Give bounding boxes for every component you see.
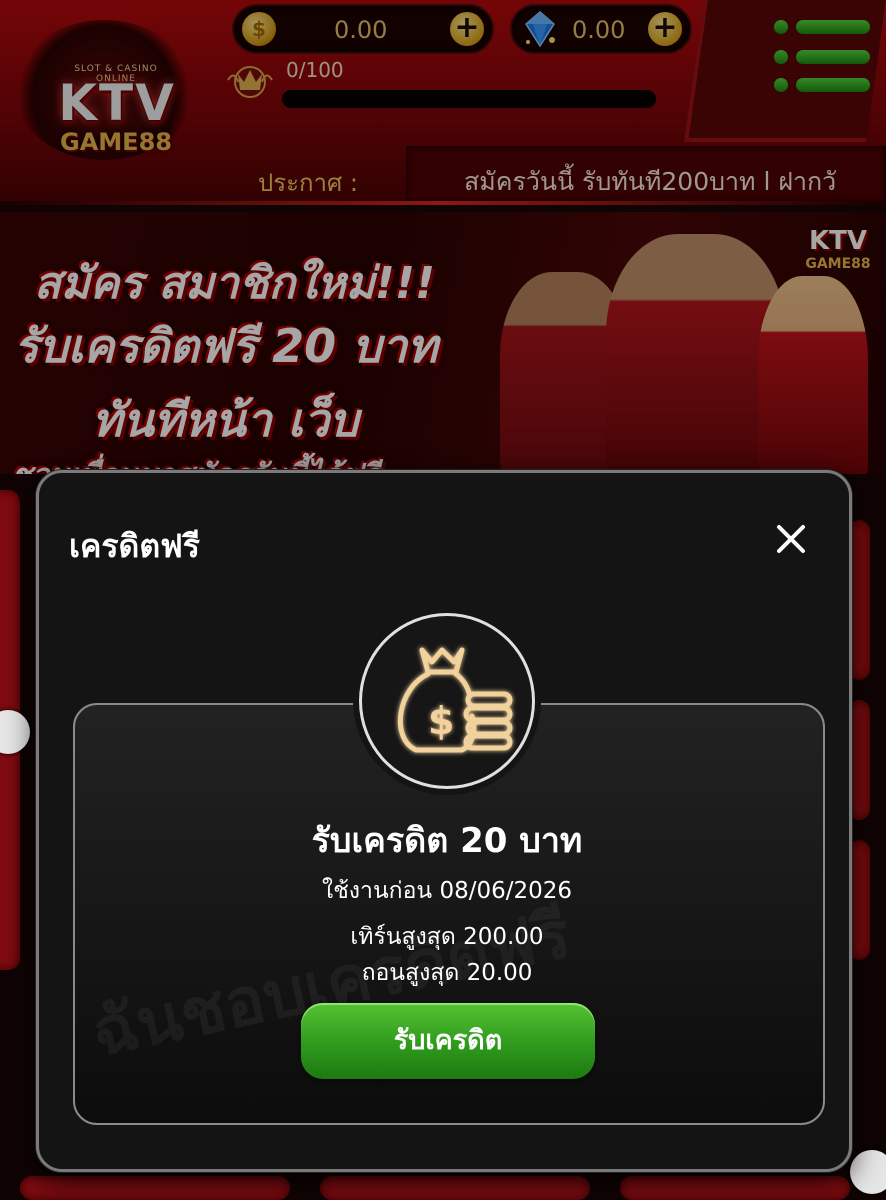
money-bag-icon: $ <box>359 613 535 789</box>
close-icon[interactable] <box>771 519 811 559</box>
svg-text:$: $ <box>428 699 454 743</box>
scroll-right-arrow-icon[interactable] <box>850 1150 886 1194</box>
modal-title: เครดิตฟรี <box>69 527 200 565</box>
reward-amount-title: รับเครดิต 20 บาท <box>311 821 583 861</box>
reward-max-turnover: เทิร์นสูงสุด 200.00 <box>350 924 544 950</box>
reward-expiry: ใช้งานก่อน 08/06/2026 <box>321 878 573 904</box>
reward-max-withdraw: ถอนสูงสุด 20.00 <box>361 960 533 986</box>
claim-credit-button[interactable]: รับเครดิต <box>301 1003 595 1079</box>
free-credit-modal: เครดิตฟรี ฉันชอบเครดิตฟรี $ รับเครดิต 20… <box>36 470 852 1172</box>
